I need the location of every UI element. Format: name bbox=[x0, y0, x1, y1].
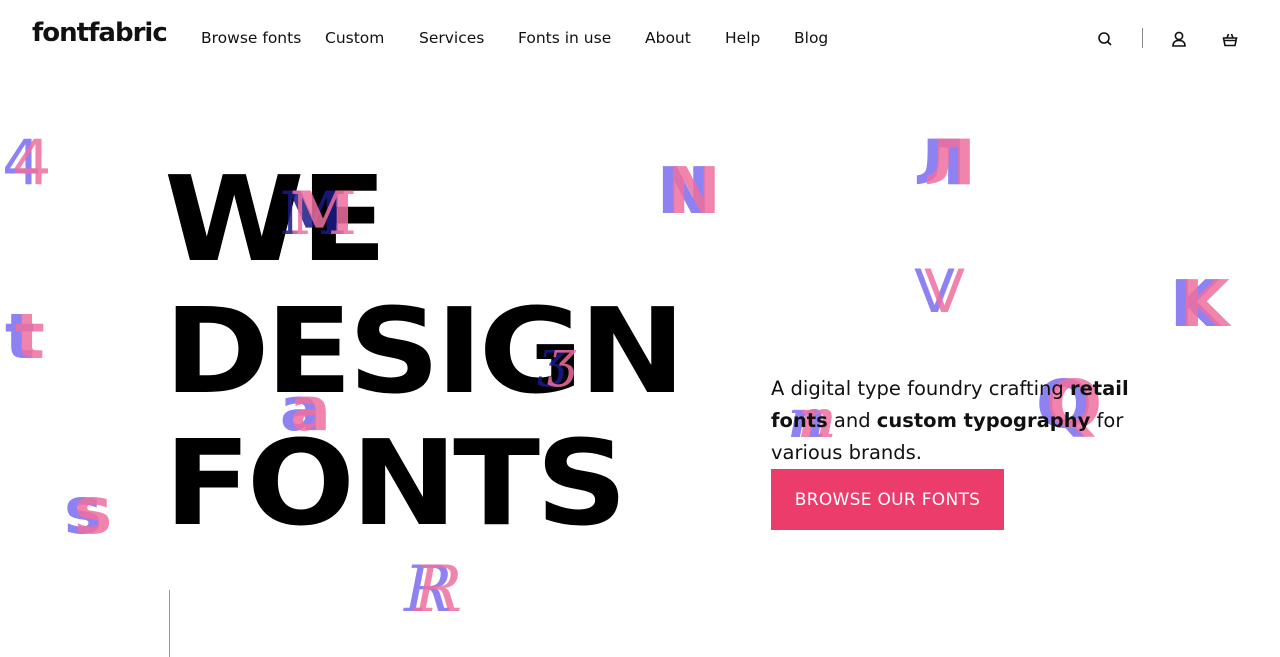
browse-our-fonts-button[interactable]: BROWSE OUR FONTS bbox=[771, 469, 1004, 530]
basket-icon[interactable] bbox=[1219, 28, 1241, 50]
tagline-text: and bbox=[827, 409, 877, 432]
header-divider bbox=[1142, 28, 1143, 48]
tagline-custom-typography: custom typography bbox=[876, 409, 1091, 432]
tagline-text: A digital type foundry crafting bbox=[771, 377, 1070, 400]
headline-line-3: FONTS bbox=[164, 414, 627, 552]
user-icon[interactable] bbox=[1168, 28, 1190, 50]
search-icon[interactable] bbox=[1094, 28, 1116, 50]
site-header: fontfabric Browse fonts Custom Services … bbox=[0, 0, 1280, 78]
nav-browse-fonts[interactable]: Browse fonts bbox=[201, 29, 301, 47]
nav-services[interactable]: Services bbox=[419, 29, 484, 47]
headline-line-2: DESIGN bbox=[164, 282, 686, 420]
hero-tagline: A digital type foundry crafting retail f… bbox=[771, 373, 1151, 469]
nav-blog[interactable]: Blog bbox=[794, 29, 828, 47]
nav-help[interactable]: Help bbox=[725, 29, 760, 47]
scroll-indicator-line bbox=[169, 590, 170, 657]
nav-fonts-in-use[interactable]: Fonts in use bbox=[518, 29, 611, 47]
headline-line-1: WE bbox=[164, 150, 387, 288]
nav-about[interactable]: About bbox=[645, 29, 691, 47]
logo[interactable]: fontfabric bbox=[32, 18, 168, 48]
nav-custom[interactable]: Custom bbox=[325, 29, 384, 47]
